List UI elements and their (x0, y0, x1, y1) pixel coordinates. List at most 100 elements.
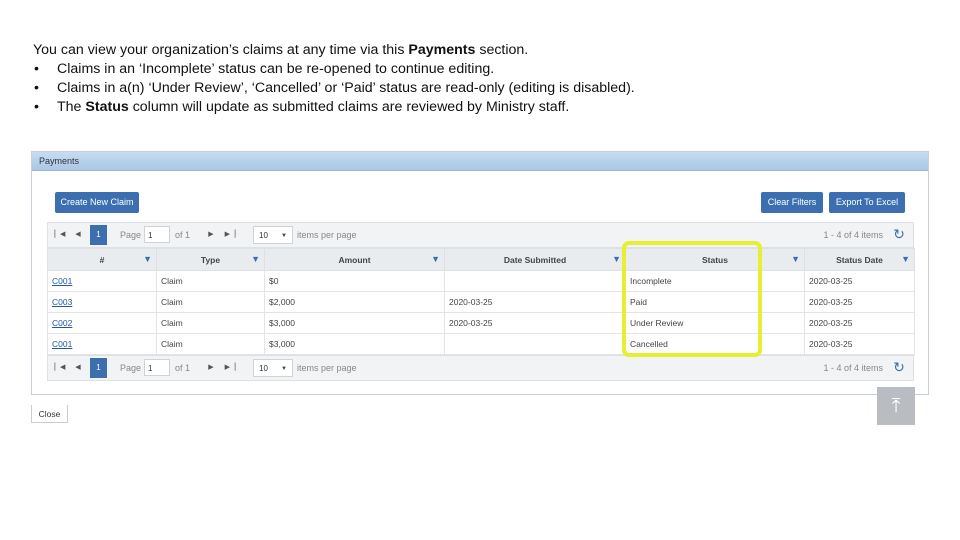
cell-type: Claim (156, 270, 265, 292)
cell-status: Paid (625, 291, 805, 313)
bullet-dot: • (34, 61, 39, 77)
header-label: # (99, 254, 105, 265)
prev-page-icon[interactable]: ◀ (70, 227, 86, 243)
page-label: Page (120, 230, 142, 240)
bullet-text-end: column will update as submitted claims a… (128, 99, 570, 115)
last-page-icon[interactable]: ▶▕ (222, 360, 238, 376)
current-page-button[interactable]: 1 (90, 225, 107, 245)
filter-icon[interactable]: ▼ (143, 254, 152, 264)
cell-id: C001 (47, 333, 157, 355)
cell-status: Incomplete (625, 270, 805, 292)
table-row: C001 Claim $0 Incomplete 2020-03-25 (47, 270, 915, 292)
first-page-icon[interactable]: ▏◀ (52, 227, 68, 243)
first-page-icon[interactable]: ▏◀ (52, 360, 68, 376)
filter-icon[interactable]: ▼ (251, 254, 260, 264)
next-page-icon[interactable]: ▶ (203, 360, 219, 376)
page-input[interactable]: 1 (144, 359, 170, 376)
bullet-text: The (57, 99, 86, 115)
pager-bottom: ▏◀ ◀ 1 Page 1 of 1 ▶ ▶▕ 10 ▼ items per pa… (47, 355, 914, 381)
column-header-status-date[interactable]: Status Date ▼ (804, 248, 915, 271)
filter-icon[interactable]: ▼ (901, 254, 910, 264)
cell-date-submitted (444, 270, 626, 292)
pager-info: 1 - 4 of 4 items (823, 230, 883, 240)
header-label: Amount (338, 254, 371, 265)
page-size-select[interactable]: 10 ▼ (253, 226, 293, 244)
cell-date-submitted: 2020-03-25 (444, 312, 626, 334)
page-input[interactable]: 1 (144, 226, 170, 243)
caret-down-icon: ▼ (281, 366, 287, 372)
bullet-item: • The Status column will update as submit… (33, 98, 933, 117)
column-header-status[interactable]: Status ▼ (625, 248, 805, 271)
column-header-type[interactable]: Type ▼ (156, 248, 265, 271)
bullet-dot: • (34, 80, 39, 96)
instructions: You can view your organization’s claims … (33, 41, 933, 117)
header-label: Status Date (836, 254, 883, 265)
bullet-bold: Status (85, 99, 129, 115)
table-row: C003 Claim $2,000 2020-03-25 Paid 2020-0… (47, 291, 915, 313)
cell-type: Claim (156, 333, 265, 355)
filter-icon[interactable]: ▼ (612, 254, 621, 264)
table-header-row: # ▼ Type ▼ Amount ▼ Date Submitted ▼ Status ▼… (47, 248, 915, 271)
clear-filters-button[interactable]: Clear Filters (761, 192, 823, 213)
export-to-excel-button[interactable]: Export To Excel (829, 192, 905, 213)
page-size-select[interactable]: 10 ▼ (253, 359, 293, 377)
filter-icon[interactable]: ▼ (791, 254, 800, 264)
scroll-to-top-icon[interactable]: ⤒ (877, 387, 915, 425)
page-label: Page (120, 363, 142, 373)
column-header-date-submitted[interactable]: Date Submitted ▼ (444, 248, 626, 271)
cell-id: C001 (47, 270, 157, 292)
column-header-num[interactable]: # ▼ (47, 248, 157, 271)
intro-line: You can view your organization’s claims … (33, 41, 933, 60)
cell-type: Claim (156, 291, 265, 313)
cell-status: Under Review (625, 312, 805, 334)
claim-link[interactable]: C001 (52, 276, 72, 286)
cell-amount: $0 (264, 270, 445, 292)
cell-amount: $2,000 (264, 291, 445, 313)
cell-status-date: 2020-03-25 (804, 291, 915, 313)
cell-amount: $3,000 (264, 312, 445, 334)
table-row: C002 Claim $3,000 2020-03-25 Under Revie… (47, 312, 915, 334)
cell-type: Claim (156, 312, 265, 334)
current-page-button[interactable]: 1 (90, 358, 107, 378)
cell-id: C002 (47, 312, 157, 334)
items-per-page-label: items per page (297, 363, 357, 373)
cell-id: C003 (47, 291, 157, 313)
page-count: of 1 (175, 230, 191, 240)
bullet-item: • Claims in a(n) ‘Under Review’, ‘Cancell… (33, 79, 933, 98)
header-label: Type (200, 254, 221, 265)
last-page-icon[interactable]: ▶▕ (222, 227, 238, 243)
filter-icon[interactable]: ▼ (431, 254, 440, 264)
next-page-icon[interactable]: ▶ (203, 227, 219, 243)
close-button[interactable]: Close (31, 405, 68, 423)
claim-link[interactable]: C001 (52, 339, 72, 349)
bullet-item: • Claims in an ‘Incomplete’ status can be… (33, 60, 933, 79)
create-new-claim-button[interactable]: Create New Claim (55, 192, 139, 213)
prev-page-icon[interactable]: ◀ (70, 360, 86, 376)
items-per-page-label: items per page (297, 230, 357, 240)
panel-title: Payments (32, 152, 928, 171)
cell-status-date: 2020-03-25 (804, 270, 915, 292)
bullet-text: Claims in an ‘Incomplete’ status can be … (57, 61, 495, 77)
pager-info: 1 - 4 of 4 items (823, 363, 883, 373)
cell-status-date: 2020-03-25 (804, 333, 915, 355)
intro-bold: Payments (408, 42, 476, 58)
cell-status: Cancelled (625, 333, 805, 355)
cell-amount: $3,000 (264, 333, 445, 355)
page-count: of 1 (175, 363, 191, 373)
table-row: C001 Claim $3,000 Cancelled 2020-03-25 (47, 333, 915, 355)
page-size-value: 10 (259, 231, 268, 240)
bullet-dot: • (34, 99, 39, 115)
bullet-text: Claims in a(n) ‘Under Review’, ‘Cancelle… (57, 80, 635, 96)
header-label: Date Submitted (503, 254, 567, 265)
cell-date-submitted: 2020-03-25 (444, 291, 626, 313)
refresh-icon[interactable]: ↻ (891, 359, 907, 375)
intro-text: You can view your organization’s claims … (33, 42, 409, 58)
column-header-amount[interactable]: Amount ▼ (264, 248, 445, 271)
cell-date-submitted (444, 333, 626, 355)
claims-table: # ▼ Type ▼ Amount ▼ Date Submitted ▼ Status ▼… (47, 248, 915, 355)
refresh-icon[interactable]: ↻ (891, 226, 907, 242)
cell-status-date: 2020-03-25 (804, 312, 915, 334)
claim-link[interactable]: C003 (52, 297, 72, 307)
pager-top: ▏◀ ◀ 1 Page 1 of 1 ▶ ▶▕ 10 ▼ items per pa… (47, 222, 914, 248)
claim-link[interactable]: C002 (52, 318, 72, 328)
